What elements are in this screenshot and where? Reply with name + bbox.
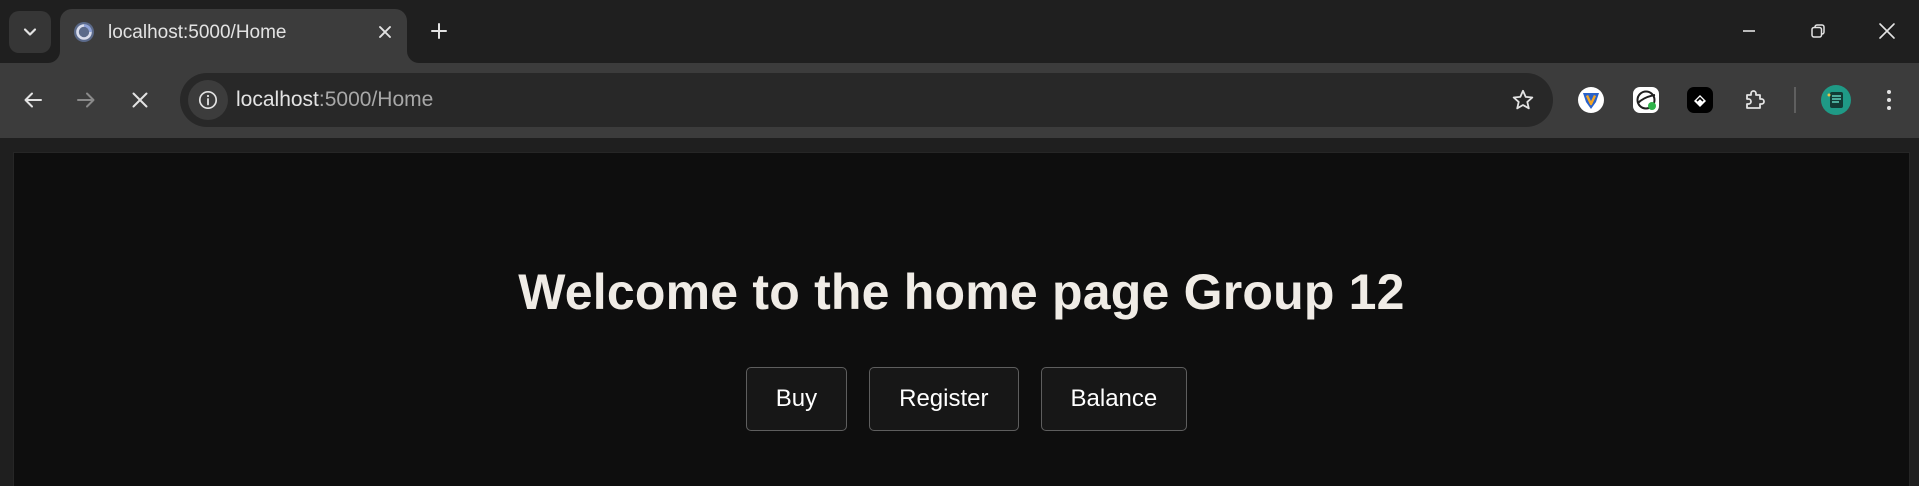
globe-extension-icon	[1633, 87, 1659, 113]
minimize-button[interactable]	[1726, 8, 1772, 54]
url-path: :5000/Home	[318, 88, 434, 111]
close-icon	[379, 26, 391, 38]
balance-button[interactable]: Balance	[1040, 367, 1188, 431]
restore-icon	[1811, 24, 1825, 38]
extensions-button[interactable]	[1736, 81, 1774, 119]
close-window-button[interactable]	[1864, 8, 1910, 54]
address-bar[interactable]: localhost:5000/Home	[180, 73, 1553, 127]
browser-menu-button[interactable]	[1870, 81, 1908, 119]
forward-button[interactable]	[63, 77, 109, 123]
stop-loading-icon	[132, 92, 148, 108]
tab-title: localhost:5000/Home	[108, 22, 287, 43]
arrow-right-icon	[77, 92, 95, 108]
arrow-left-icon	[24, 92, 42, 108]
active-tab[interactable]: localhost:5000/Home	[60, 9, 407, 63]
url-text[interactable]: localhost:5000/Home	[236, 88, 433, 112]
globe-extension-button[interactable]	[1627, 81, 1665, 119]
puzzle-icon	[1746, 90, 1765, 109]
new-tab-button[interactable]	[422, 14, 456, 48]
buy-button[interactable]: Buy	[745, 367, 848, 431]
tab-search-button[interactable]	[9, 11, 51, 53]
bookmark-button[interactable]	[1507, 84, 1539, 116]
back-button[interactable]	[10, 77, 56, 123]
register-button[interactable]: Register	[869, 367, 1019, 431]
black-extension-icon	[1687, 87, 1713, 113]
profile-button[interactable]	[1817, 81, 1855, 119]
action-buttons: Buy Register Balance	[14, 367, 1909, 431]
chevron-down-icon	[23, 28, 37, 36]
restore-button[interactable]	[1795, 8, 1841, 54]
info-icon	[198, 90, 218, 110]
tab-close-button[interactable]	[372, 19, 398, 45]
browser-viewport: Welcome to the home page Group 12 Buy Re…	[0, 138, 1919, 486]
toolbar-divider	[1794, 87, 1796, 113]
star-icon	[1512, 89, 1534, 110]
stop-loading-button[interactable]	[117, 77, 163, 123]
close-icon	[1879, 23, 1895, 39]
url-host: localhost	[236, 88, 319, 111]
tab-strip: localhost:5000/Home	[0, 0, 1919, 63]
shield-extension-button[interactable]	[1572, 81, 1610, 119]
minimize-icon	[1743, 30, 1755, 32]
black-extension-button[interactable]	[1681, 81, 1719, 119]
site-info-button[interactable]	[188, 80, 228, 120]
web-page: Welcome to the home page Group 12 Buy Re…	[13, 152, 1910, 486]
browser-toolbar: localhost:5000/Home	[0, 63, 1919, 138]
page-heading: Welcome to the home page Group 12	[518, 264, 1405, 320]
plus-icon	[431, 23, 447, 39]
kebab-menu-icon	[1887, 90, 1891, 110]
loading-globe-icon	[74, 22, 94, 42]
profile-avatar-icon	[1821, 85, 1851, 115]
shield-extension-icon	[1578, 87, 1604, 113]
